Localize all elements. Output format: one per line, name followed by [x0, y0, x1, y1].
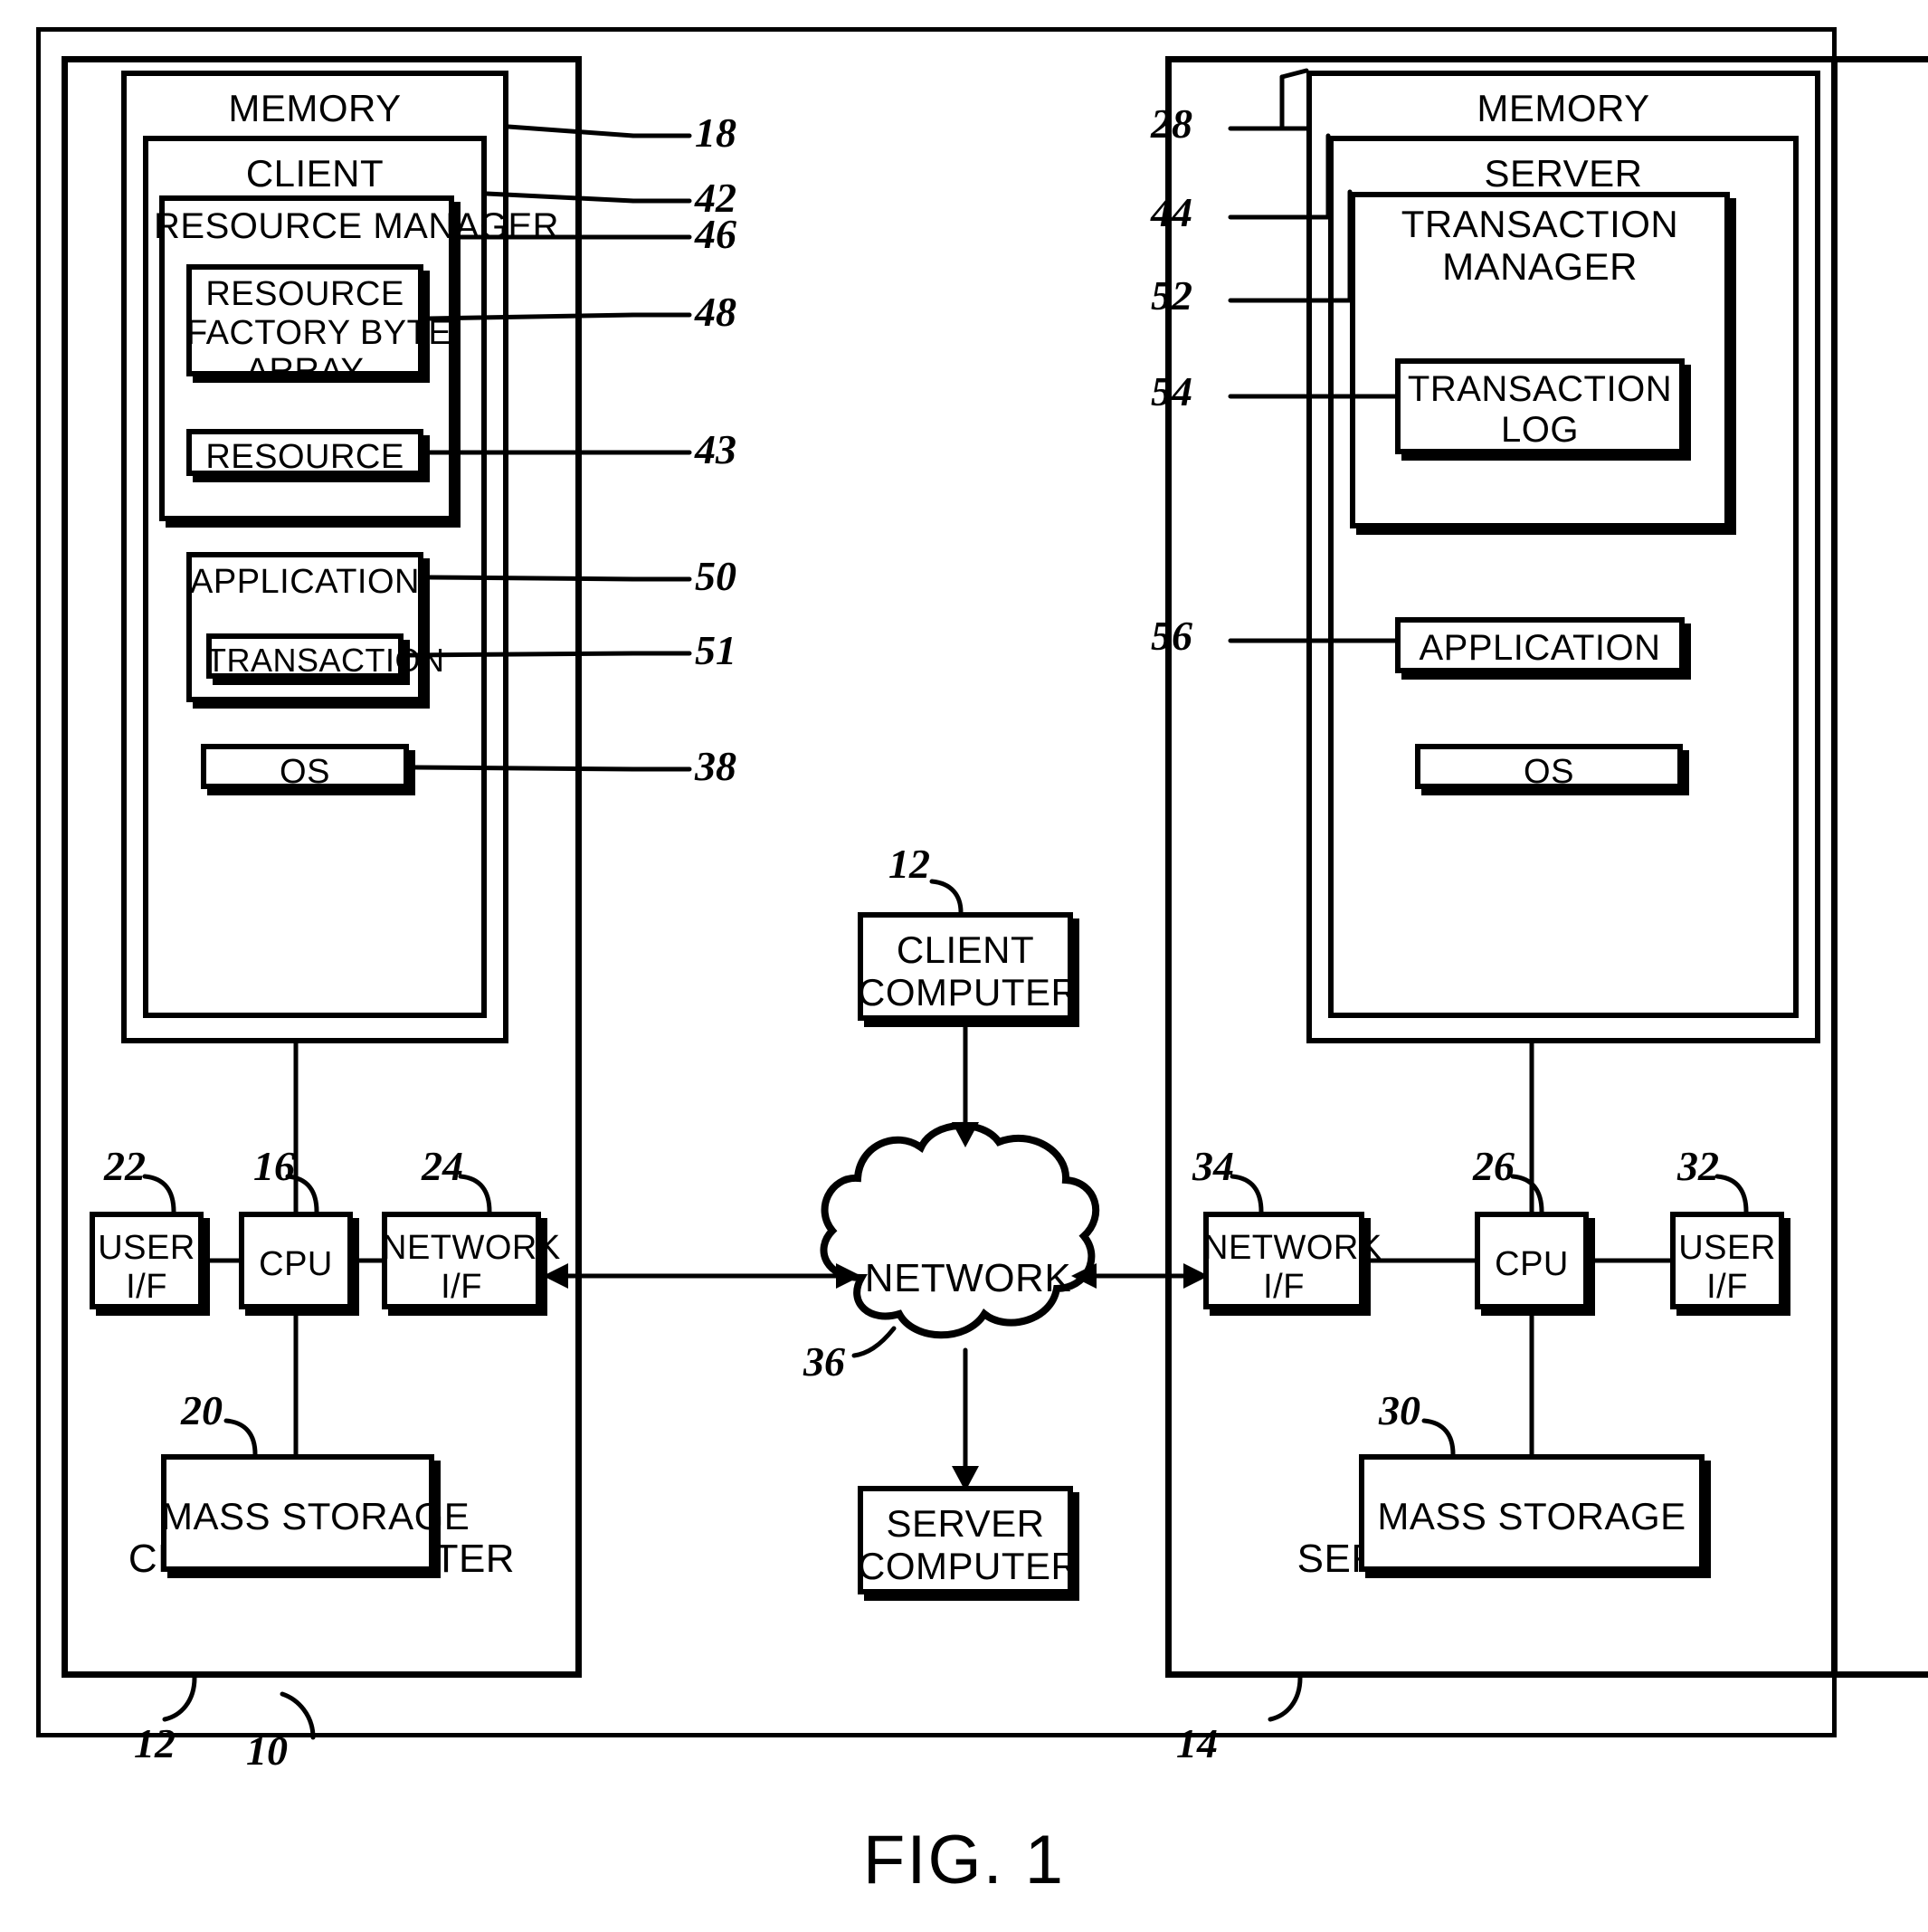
server-box-title: SERVER: [1484, 152, 1643, 195]
client-application-title: APPLICATION: [190, 563, 420, 601]
ref-20: 20: [181, 1387, 223, 1433]
ref-34: 34: [1192, 1143, 1234, 1189]
resource-title: RESOURCE: [205, 438, 404, 476]
ref-54: 54: [1151, 368, 1192, 414]
network-cloud-title: NETWORK: [864, 1256, 1072, 1300]
ref-48: 48: [695, 289, 736, 335]
server-application-title: APPLICATION: [1419, 628, 1661, 668]
ref-10-system: 10: [246, 1727, 288, 1774]
ref-56: 56: [1151, 613, 1192, 659]
middle-server-computer-title: SERVER COMPUTER: [858, 1502, 1079, 1588]
ref-16: 16: [253, 1143, 295, 1189]
transaction-manager-title: TRANSACTION MANAGER: [1401, 203, 1679, 289]
client-network-if-title: NETWORK I/F: [382, 1229, 561, 1306]
client-box-title: CLIENT: [245, 152, 385, 195]
ref-24: 24: [422, 1143, 463, 1189]
ref-44: 44: [1151, 189, 1192, 235]
transaction-log-title: TRANSACTION LOG: [1407, 369, 1673, 450]
client-user-if-title: USER I/F: [98, 1229, 195, 1306]
ref-51: 51: [695, 627, 736, 673]
server-network-if-title: NETWORK I/F: [1203, 1229, 1382, 1306]
figure-caption: FIG. 1: [862, 1822, 1066, 1899]
ref-26: 26: [1473, 1143, 1515, 1189]
client-transaction-title: TRANSACTION: [206, 642, 445, 679]
client-mass-storage-title: MASS STORAGE: [161, 1495, 470, 1537]
ref-50: 50: [695, 553, 736, 599]
ref-46: 46: [695, 211, 736, 257]
ref-18: 18: [695, 109, 736, 156]
server-user-if-title: USER I/F: [1678, 1229, 1776, 1306]
server-mass-storage-title: MASS STORAGE: [1377, 1495, 1686, 1537]
ref-36-network: 36: [803, 1338, 845, 1385]
ref-32: 32: [1677, 1143, 1719, 1189]
ref-30: 30: [1379, 1387, 1420, 1433]
client-memory-title: MEMORY: [228, 87, 402, 129]
ref-12-middle: 12: [888, 841, 930, 887]
middle-client-computer-title: CLIENT COMPUTER: [858, 928, 1079, 1014]
client-cpu-title: CPU: [259, 1245, 333, 1283]
ref-14-server: 14: [1176, 1720, 1218, 1766]
server-memory-title: MEMORY: [1477, 87, 1650, 129]
resource-manager-title: RESOURCE MANAGER: [154, 206, 560, 246]
resource-factory-byte-array-title: RESOURCE FACTORY BYTE ARRAY: [186, 275, 452, 391]
ref-52: 52: [1151, 272, 1192, 319]
client-os-title: OS: [280, 753, 330, 791]
ref-38: 38: [695, 743, 736, 789]
figure-canvas: CLIENT COMPUTER MEMORY CLIENT RESOURCE M…: [0, 0, 1928, 1932]
server-cpu-title: CPU: [1495, 1245, 1569, 1283]
ref-22: 22: [104, 1143, 146, 1189]
ref-28: 28: [1151, 100, 1192, 147]
server-os-title: OS: [1524, 753, 1574, 791]
ref-12-client: 12: [134, 1720, 176, 1766]
ref-43: 43: [695, 426, 736, 472]
